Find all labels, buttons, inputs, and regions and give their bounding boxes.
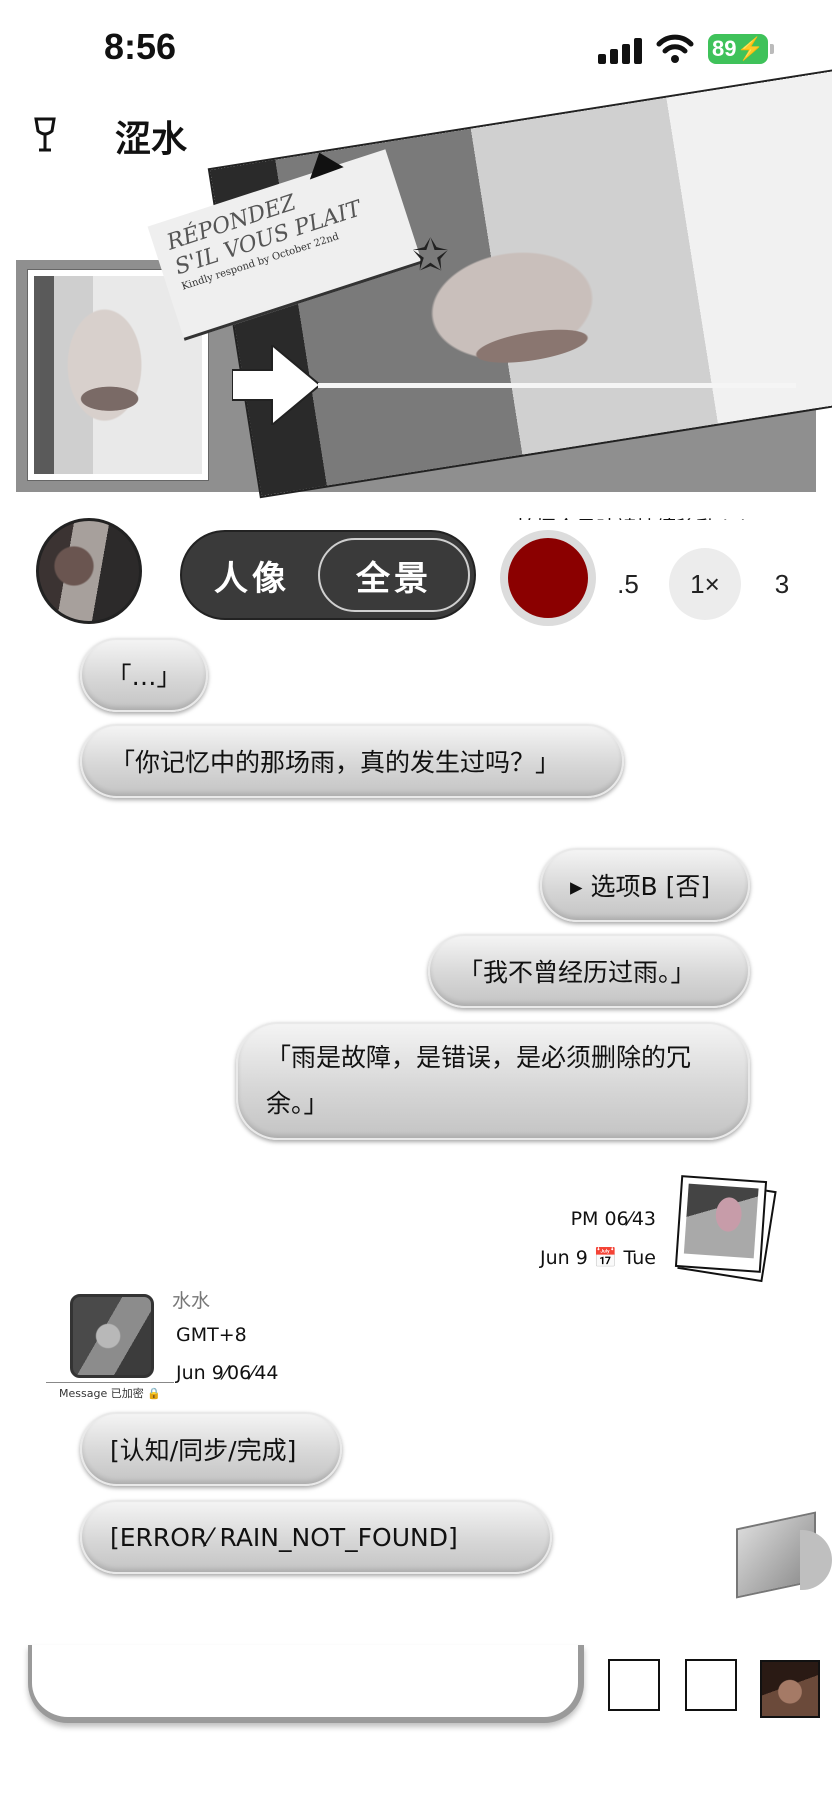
pan-arrow-icon bbox=[232, 345, 322, 425]
zoom-05-button[interactable]: .5 bbox=[592, 548, 664, 620]
mode-portrait-button[interactable]: 人像 bbox=[182, 532, 322, 618]
message-bubble[interactable]: 「你记忆中的那场雨，真的发生过吗？」 bbox=[80, 724, 624, 798]
pan-guide-line bbox=[318, 383, 796, 388]
message-input[interactable] bbox=[32, 1645, 578, 1717]
battery-level: 89 bbox=[712, 36, 737, 61]
side-tab[interactable] bbox=[800, 1530, 832, 1590]
contact-date: Jun 9⁄06⁄44 bbox=[176, 1362, 279, 1384]
zoom-3-button[interactable]: 3 bbox=[746, 548, 818, 620]
square-button-1[interactable] bbox=[608, 1659, 660, 1711]
option-b-bubble[interactable]: ▸ 选项B [否] bbox=[540, 848, 750, 922]
message-bubble[interactable]: 「…」 bbox=[80, 638, 208, 712]
contact-timezone: GMT+8 bbox=[176, 1324, 247, 1346]
polaroid-photo[interactable] bbox=[674, 1175, 768, 1273]
message-composer[interactable] bbox=[28, 1645, 584, 1723]
mode-pano-button[interactable]: 全景 bbox=[318, 538, 470, 612]
contact-name: 水水 bbox=[172, 1290, 211, 1312]
camera-avatar[interactable] bbox=[36, 518, 142, 624]
mode-switcher[interactable]: 人像 全景 bbox=[180, 530, 476, 620]
message-bubble[interactable]: 「我不曾经历过雨。」 bbox=[428, 934, 750, 1008]
shutter-button[interactable] bbox=[500, 530, 596, 626]
chat-title: 涩水 bbox=[115, 119, 188, 160]
profile-thumbnail[interactable] bbox=[760, 1660, 820, 1718]
wineglass-icon[interactable] bbox=[30, 115, 60, 155]
square-button-2[interactable] bbox=[685, 1659, 737, 1711]
error-bubble[interactable]: [ERROR⁄ RAIN_NOT_FOUND] bbox=[80, 1500, 552, 1574]
message-time: PM 06⁄43 bbox=[570, 1208, 656, 1230]
star-icon: ✩ bbox=[412, 230, 449, 281]
zoom-1x-button[interactable]: 1× bbox=[669, 548, 741, 620]
message-bubble[interactable]: 「雨是故障，是错误，是必须删除的冗余。」 bbox=[236, 1022, 750, 1140]
contact-avatar[interactable] bbox=[70, 1294, 154, 1378]
message-date: Jun 9 📅 Tue bbox=[539, 1247, 656, 1269]
encryption-label: Message 已加密 🔒 bbox=[46, 1382, 174, 1401]
pan-caption: 拍攝全景時請持續移動 iPhone。 bbox=[516, 512, 810, 520]
message-bubble[interactable]: [认知/同步/完成] bbox=[80, 1412, 342, 1486]
